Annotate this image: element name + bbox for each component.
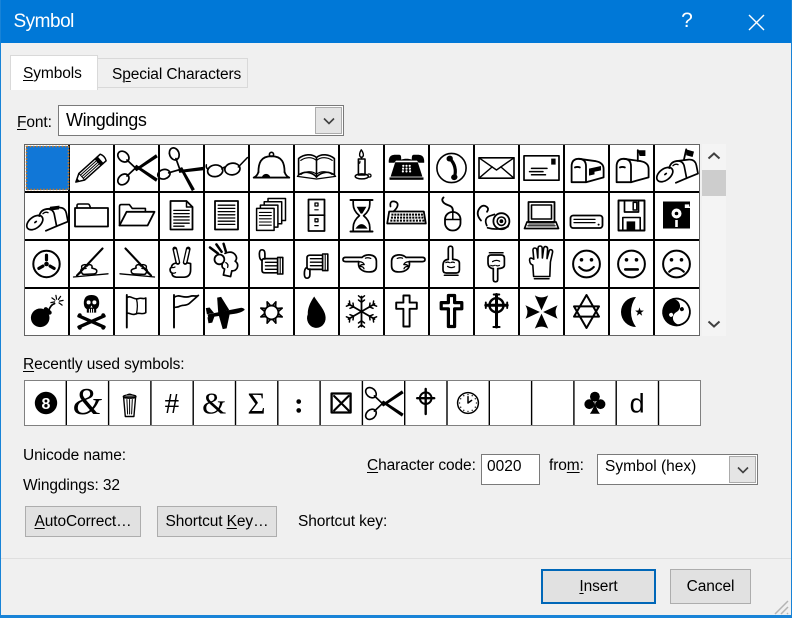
svg-text:#: #: [165, 388, 180, 420]
svg-text::: :: [294, 388, 304, 420]
svg-text:d: d: [630, 389, 645, 419]
svg-text:&: &: [73, 381, 103, 423]
svg-text:8: 8: [42, 396, 51, 413]
svg-text:Σ: Σ: [247, 386, 265, 421]
svg-text:&: &: [202, 386, 226, 421]
